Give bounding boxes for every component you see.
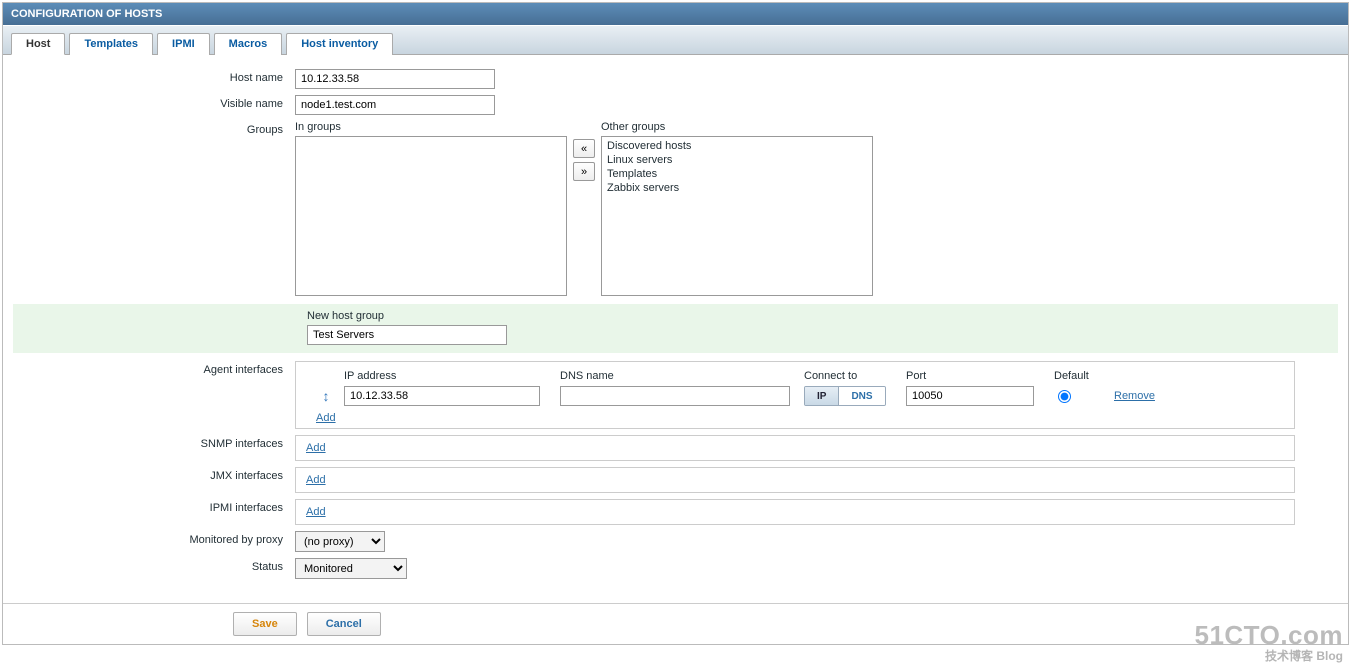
header-ip: IP address (344, 370, 560, 382)
agent-interfaces-box: IP address DNS name Connect to Port Defa… (295, 361, 1295, 429)
add-agent-interface-link[interactable]: Add (316, 412, 336, 424)
default-interface-radio[interactable] (1058, 390, 1071, 403)
label-snmp-interfaces: SNMP interfaces (13, 435, 295, 450)
list-item[interactable]: Zabbix servers (604, 181, 870, 195)
connect-dns-option[interactable]: DNS (839, 387, 884, 405)
visible-name-input[interactable] (295, 95, 495, 115)
host-config-panel: CONFIGURATION OF HOSTS Host Templates IP… (2, 2, 1349, 645)
ipmi-interfaces-box: Add (295, 499, 1295, 525)
label-agent-interfaces: Agent interfaces (13, 361, 295, 376)
tab-host[interactable]: Host (11, 33, 65, 55)
list-item[interactable]: Linux servers (604, 153, 870, 167)
connect-ip-option[interactable]: IP (805, 387, 839, 405)
add-snmp-interface-link[interactable]: Add (306, 442, 326, 454)
save-button[interactable]: Save (233, 612, 297, 636)
jmx-interfaces-box: Add (295, 467, 1295, 493)
new-host-group-section: New host group (13, 304, 1338, 353)
label-ipmi-interfaces: IPMI interfaces (13, 499, 295, 514)
page-title: CONFIGURATION OF HOSTS (3, 3, 1348, 25)
agent-dns-input[interactable] (560, 386, 790, 406)
snmp-interfaces-box: Add (295, 435, 1295, 461)
cancel-button[interactable]: Cancel (307, 612, 381, 636)
agent-ip-input[interactable] (344, 386, 540, 406)
move-right-button[interactable]: » (573, 162, 595, 181)
in-groups-listbox[interactable] (295, 136, 567, 296)
list-item[interactable]: Discovered hosts (604, 139, 870, 153)
add-ipmi-interface-link[interactable]: Add (306, 506, 326, 518)
label-host-name: Host name (13, 69, 295, 84)
agent-port-input[interactable] (906, 386, 1034, 406)
label-in-groups: In groups (295, 121, 567, 133)
tab-host-inventory[interactable]: Host inventory (286, 33, 393, 55)
footer-bar: Save Cancel (3, 603, 1348, 644)
header-dns: DNS name (560, 370, 804, 382)
move-left-button[interactable]: « (573, 139, 595, 158)
new-host-group-input[interactable] (307, 325, 507, 345)
drag-handle-icon[interactable]: ↕ (308, 388, 344, 404)
form-area: Host name Visible name Groups In groups … (3, 55, 1348, 595)
label-new-host-group: New host group (307, 310, 507, 322)
remove-interface-link[interactable]: Remove (1114, 390, 1155, 402)
header-connect: Connect to (804, 370, 906, 382)
header-port: Port (906, 370, 1054, 382)
tab-ipmi[interactable]: IPMI (157, 33, 210, 55)
label-other-groups: Other groups (601, 121, 873, 133)
label-status: Status (13, 558, 295, 573)
connect-to-toggle: IP DNS (804, 386, 886, 406)
label-monitored-by-proxy: Monitored by proxy (13, 531, 295, 546)
status-select[interactable]: Monitored (295, 558, 407, 579)
label-groups: Groups (13, 121, 295, 136)
tab-templates[interactable]: Templates (69, 33, 153, 55)
tabs-bar: Host Templates IPMI Macros Host inventor… (3, 25, 1348, 55)
header-default: Default (1054, 370, 1114, 382)
label-visible-name: Visible name (13, 95, 295, 110)
tab-macros[interactable]: Macros (214, 33, 283, 55)
add-jmx-interface-link[interactable]: Add (306, 474, 326, 486)
proxy-select[interactable]: (no proxy) (295, 531, 385, 552)
label-jmx-interfaces: JMX interfaces (13, 467, 295, 482)
list-item[interactable]: Templates (604, 167, 870, 181)
other-groups-listbox[interactable]: Discovered hosts Linux servers Templates… (601, 136, 873, 296)
watermark-small: 技术博客 Blog (1194, 647, 1343, 664)
host-name-input[interactable] (295, 69, 495, 89)
